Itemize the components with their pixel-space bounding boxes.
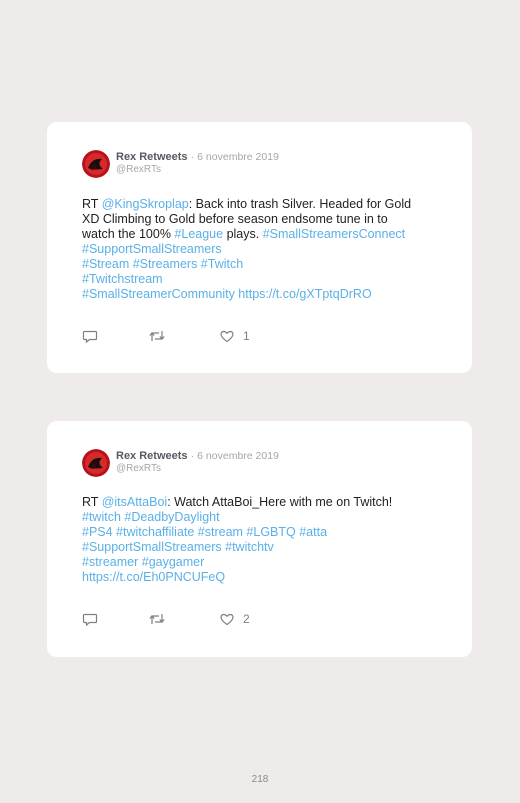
hashtag-link[interactable]: #twitch #DeadbyDaylight [82,510,447,525]
text-fragment: : Back into trash Silver. Headed for Gol… [188,197,412,211]
separator-dot: · [190,450,195,462]
tweet-line: RT @itsAttaBoi: Watch AttaBoi_Here with … [82,495,447,510]
text-fragment: RT [82,197,102,211]
hashtag-link[interactable]: #Twitchstream [82,272,447,287]
like-count: 2 [243,612,250,626]
tweet-card: Rex Retweets · 6 novembre 2019 @RexRTs R… [47,122,472,373]
user-handle[interactable]: @RexRTs [116,463,161,474]
tweet-text: RT @KingSkroplap: Back into trash Silver… [82,197,447,302]
display-name[interactable]: Rex Retweets [116,450,188,462]
name-line: Rex Retweets · 6 novembre 2019 [116,450,279,462]
hashtag-link[interactable]: #Stream #Streamers #Twitch [82,257,447,272]
name-line: Rex Retweets · 6 novembre 2019 [116,151,279,163]
tweet-line: RT @KingSkroplap: Back into trash Silver… [82,197,447,212]
tweet-line: XD Climbing to Gold before season endsom… [82,212,388,226]
hashtag-link[interactable]: #SmallStreamerCommunity https://t.co/gXT… [82,287,447,302]
text-fragment: RT [82,495,102,509]
avatar[interactable] [82,150,110,178]
hashtag-link[interactable]: #streamer #gaygamer [82,555,447,570]
url-link[interactable]: https://t.co/Eh0PNCUFeQ [82,570,447,585]
like-count: 1 [243,329,250,343]
avatar[interactable] [82,449,110,477]
hashtag-link[interactable]: #PS4 #twitchaffiliate #stream #LGBTQ #at… [82,525,447,540]
page-number: 218 [251,774,269,785]
hashtag-link[interactable]: #SupportSmallStreamers [82,242,447,257]
heart-icon[interactable] [219,611,235,627]
text-fragment: : Watch AttaBoi_Here with me on Twitch! [167,495,393,509]
display-name[interactable]: Rex Retweets [116,151,188,163]
tweet-card: Rex Retweets · 6 novembre 2019 @RexRTs R… [47,421,472,657]
tweet-date[interactable]: 6 novembre 2019 [197,151,279,163]
reply-icon[interactable] [82,611,98,627]
tweet-line: watch the 100% #League plays. #SmallStre… [82,227,447,242]
user-handle[interactable]: @RexRTs [116,164,161,175]
reply-icon[interactable] [82,328,98,344]
tweet-date[interactable]: 6 novembre 2019 [197,450,279,462]
hashtag-link[interactable]: #SupportSmallStreamers #twitchtv [82,540,447,555]
mention-link[interactable]: @itsAttaBoi [102,495,168,509]
hashtag-link[interactable]: #League [174,227,223,241]
retweet-icon[interactable] [148,611,166,627]
text-fragment: watch the 100% [82,227,175,241]
separator-dot: · [190,151,195,163]
tweet-text: RT @itsAttaBoi: Watch AttaBoi_Here with … [82,495,447,585]
retweet-icon[interactable] [148,328,166,344]
mention-link[interactable]: @KingSkroplap [102,197,189,211]
heart-icon[interactable] [219,328,235,344]
hashtag-link[interactable]: #SmallStreamersConnect [263,227,405,241]
text-fragment: plays. [223,227,263,241]
